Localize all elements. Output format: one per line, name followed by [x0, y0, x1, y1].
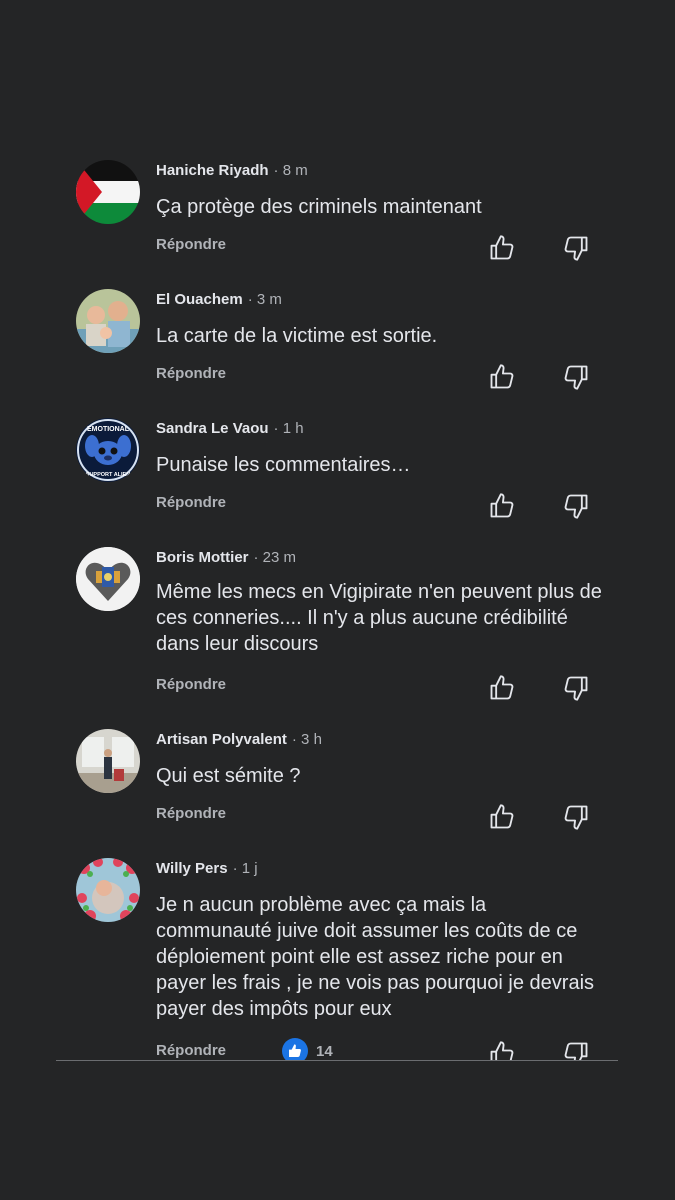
author-name[interactable]: Haniche Riyadh [156, 162, 269, 179]
comment-time: · 3 m [247, 291, 282, 308]
comment-text: Ça protège des criminels maintenant [156, 196, 482, 218]
avatar-family-photo[interactable] [76, 289, 140, 353]
thumbs-down-icon[interactable] [562, 234, 590, 262]
reply-button[interactable]: Répondre [156, 365, 226, 382]
reaction-summary[interactable]: 14 [282, 1038, 333, 1060]
reply-button[interactable]: Répondre [156, 805, 226, 822]
author-name[interactable]: Sandra Le Vaou [156, 420, 269, 437]
comment-header: El Ouachem · 3 m [156, 291, 282, 308]
comment-text: Je n aucun problème avec ça mais la comm… [156, 894, 595, 1020]
comment-time: · 8 m [273, 162, 308, 179]
avatar-flower-frame[interactable] [76, 858, 140, 922]
comment-time: · 23 m [253, 549, 297, 566]
comment-header: Haniche Riyadh · 8 m [156, 162, 308, 179]
comment-time: · 1 j [232, 860, 258, 877]
avatar-heart-emblem[interactable] [76, 547, 140, 611]
reply-button[interactable]: Répondre [156, 236, 226, 253]
avatar-room-photo[interactable] [76, 729, 140, 793]
thumbs-down-icon[interactable] [562, 363, 590, 391]
comment-header: Boris Mottier · 23 m [156, 549, 296, 566]
comment-header: Sandra Le Vaou · 1 h [156, 420, 304, 437]
avatar-badge-text-bottom: SUPPORT ALIEN [86, 472, 130, 478]
reply-button[interactable]: Répondre [156, 494, 226, 511]
thumbs-down-icon[interactable] [562, 1040, 590, 1060]
reply-button[interactable]: Répondre [156, 1042, 226, 1059]
comment-time: · 1 h [273, 420, 304, 437]
reply-button[interactable]: Répondre [156, 676, 226, 693]
thumbs-up-icon[interactable] [488, 1040, 516, 1060]
thumbs-up-icon[interactable] [488, 492, 516, 520]
reaction-count: 14 [316, 1042, 333, 1060]
comment-header: Artisan Polyvalent · 3 h [156, 731, 322, 748]
divider [56, 1060, 618, 1061]
comment-text: La carte de la victime est sortie. [156, 325, 438, 347]
comment-text: Même les mecs en Vigipirate n'en peuvent… [156, 581, 602, 655]
avatar-palestine-flag[interactable] [76, 160, 140, 224]
comment-header: Willy Pers · 1 j [156, 860, 258, 877]
comments-panel: Haniche Riyadh · 8 m Ça protège des crimi… [56, 148, 618, 1060]
comment-text: Qui est sémite ? [156, 765, 301, 787]
thumbs-up-icon[interactable] [488, 363, 516, 391]
author-name[interactable]: El Ouachem [156, 291, 243, 308]
avatar-stitch-badge[interactable]: EMOTIONAL SUPPORT ALIEN [76, 418, 140, 482]
thumbs-up-icon[interactable] [488, 234, 516, 262]
thumbs-down-icon[interactable] [562, 674, 590, 702]
comment-time: · 3 h [291, 731, 322, 748]
like-icon [282, 1038, 308, 1060]
thumbs-down-icon[interactable] [562, 803, 590, 831]
thumbs-down-icon[interactable] [562, 492, 590, 520]
author-name[interactable]: Artisan Polyvalent [156, 731, 287, 748]
thumbs-up-icon[interactable] [488, 803, 516, 831]
thumbs-up-icon[interactable] [488, 674, 516, 702]
avatar-badge-text-top: EMOTIONAL [87, 426, 130, 433]
author-name[interactable]: Boris Mottier [156, 549, 249, 566]
comment-text: Punaise les commentaires… [156, 454, 411, 476]
author-name[interactable]: Willy Pers [156, 860, 228, 877]
